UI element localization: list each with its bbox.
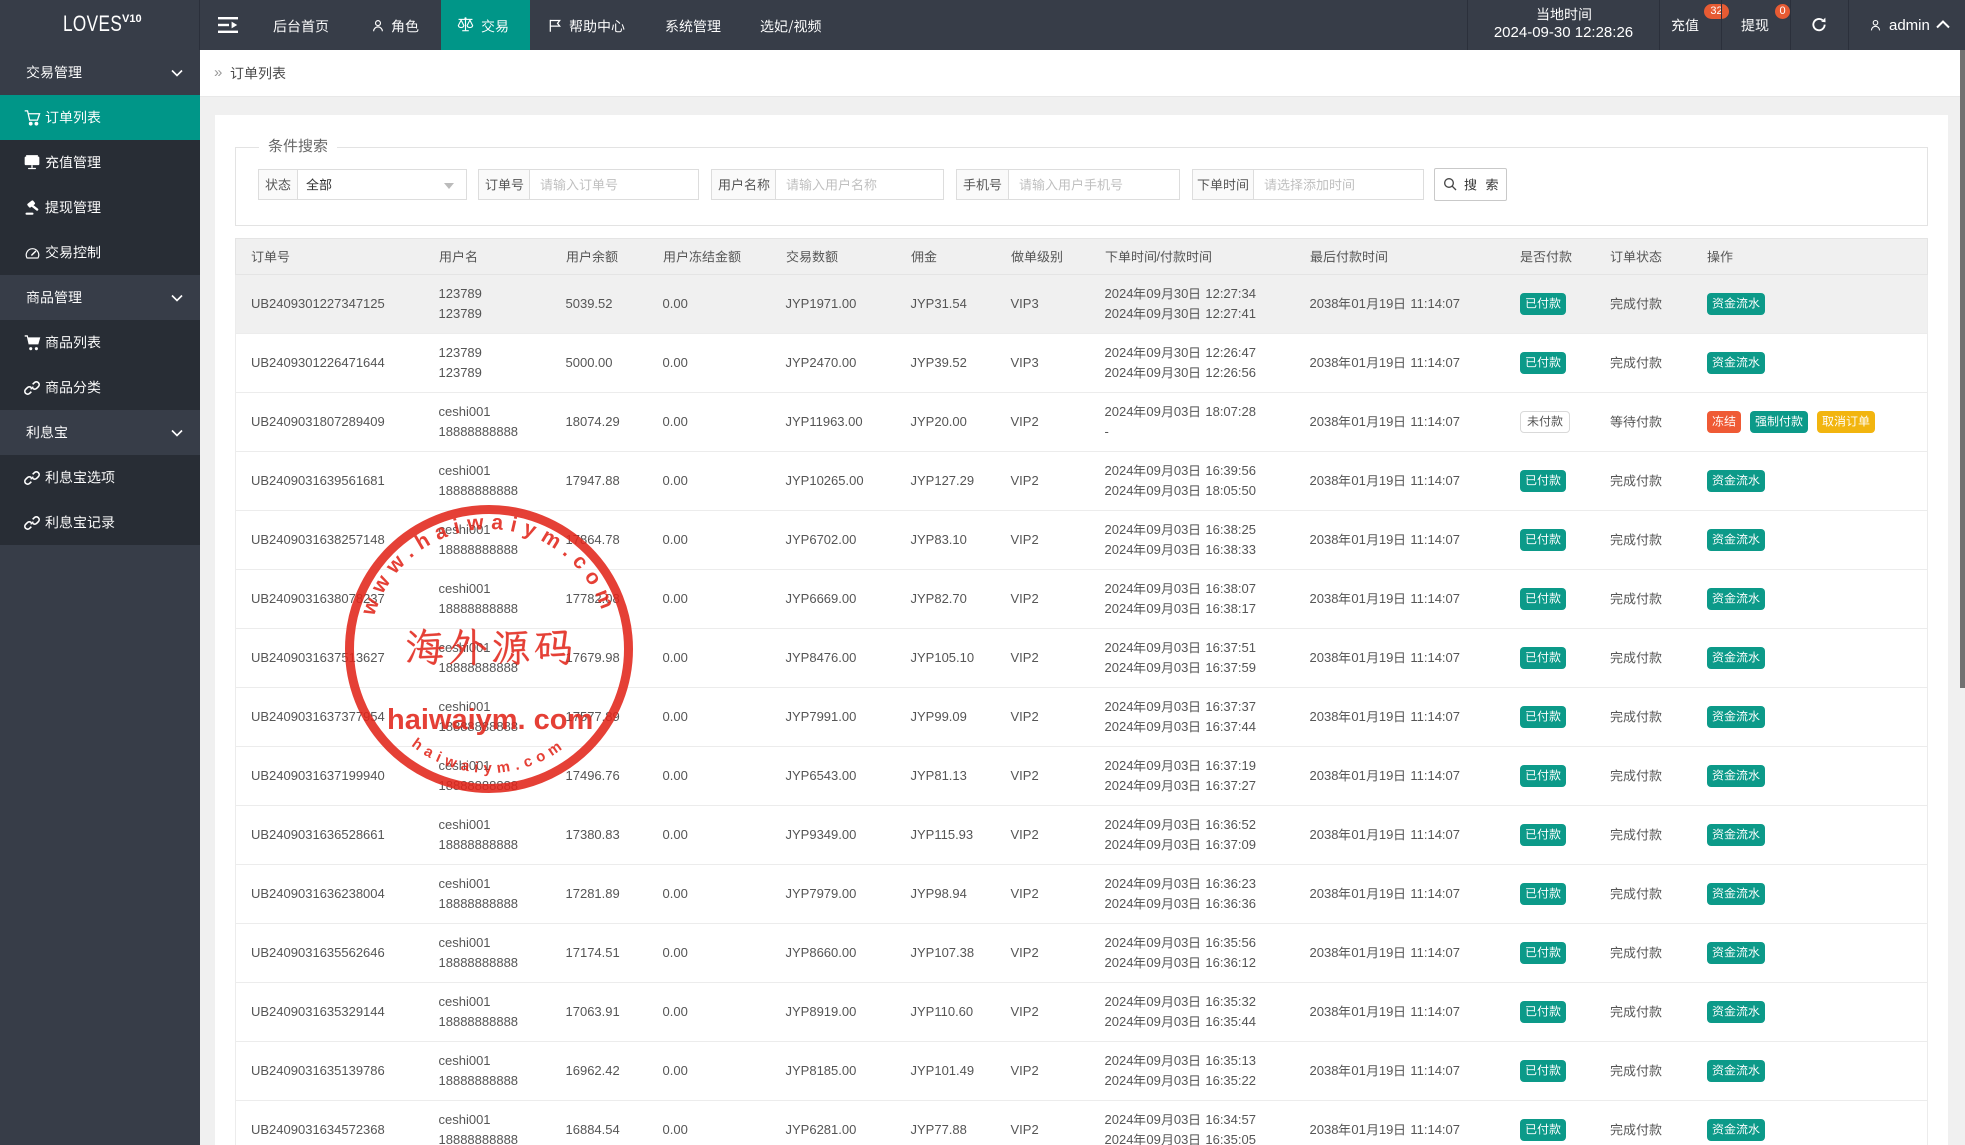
svg-text:haiwaiym.com: haiwaiym.com: [409, 735, 570, 777]
svg-text:www.haiwaiym.com: www.haiwaiym.com: [357, 511, 622, 620]
